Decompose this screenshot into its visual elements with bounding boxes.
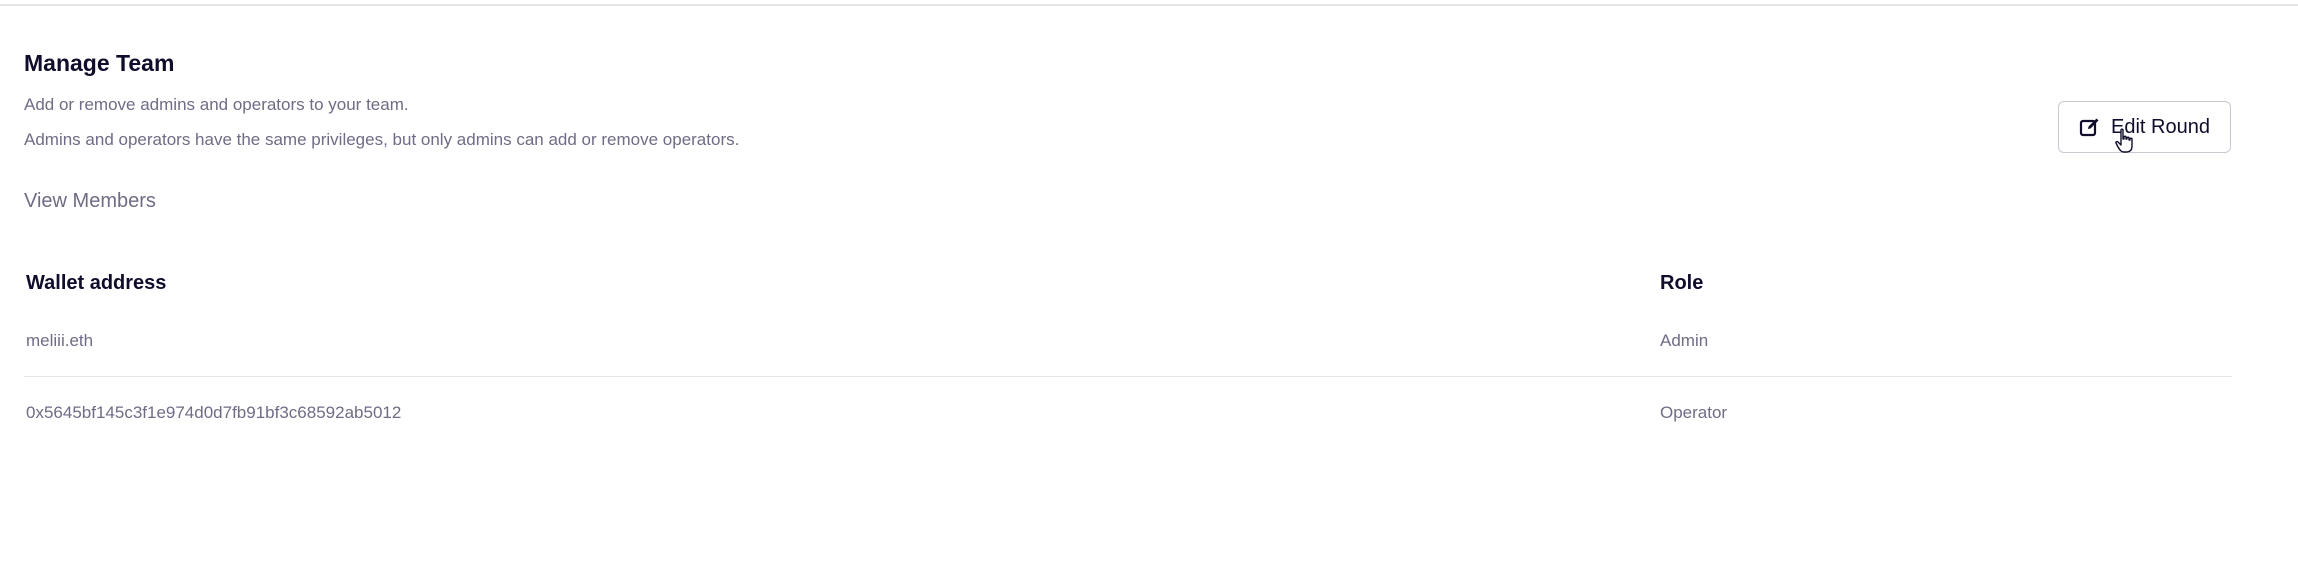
edit-round-label: Edit Round xyxy=(2111,115,2210,138)
view-members-link[interactable]: View Members xyxy=(24,190,156,213)
table-row: meliii.eth Admin xyxy=(24,311,2232,377)
description-line-2: Admins and operators have the same privi… xyxy=(24,130,740,149)
column-header-wallet: Wallet address xyxy=(26,272,167,294)
table-header-row: Wallet address Role xyxy=(24,255,2232,311)
page-title: Manage Team xyxy=(24,50,175,76)
edit-square-icon xyxy=(2079,116,2101,138)
role-cell: Admin xyxy=(1660,331,1709,350)
wallet-address-cell: meliii.eth xyxy=(26,331,94,350)
manage-team-page: Manage Team Add or remove admins and ope… xyxy=(0,0,2298,580)
members-table: Wallet address Role meliii.eth Admin 0x5… xyxy=(24,255,2232,443)
wallet-address-cell: 0x5645bf145c3f1e974d0d7fb91bf3c68592ab50… xyxy=(26,403,402,422)
role-cell: Operator xyxy=(1660,403,1728,422)
description-line-1: Add or remove admins and operators to yo… xyxy=(24,95,409,114)
table-row: 0x5645bf145c3f1e974d0d7fb91bf3c68592ab50… xyxy=(24,377,2232,443)
column-header-role: Role xyxy=(1660,272,1704,294)
edit-round-button[interactable]: Edit Round xyxy=(2058,101,2231,153)
